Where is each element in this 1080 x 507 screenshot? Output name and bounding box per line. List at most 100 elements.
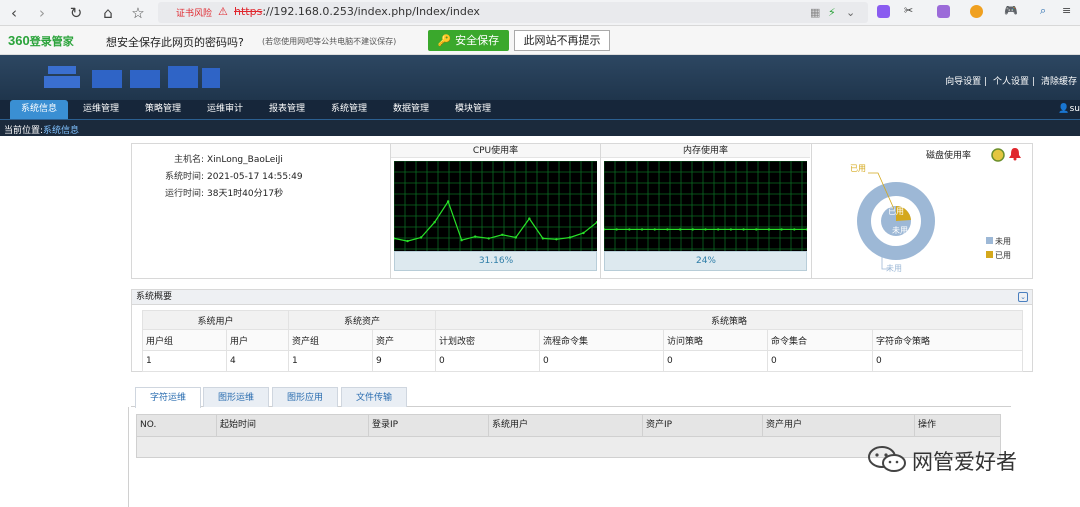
- col-start-time: 起始时间: [217, 415, 369, 436]
- cpu-usage-point: [568, 236, 572, 239]
- wizard-settings-link[interactable]: 向导设置: [945, 77, 981, 87]
- summary-title: 系统概要: [132, 290, 1032, 305]
- key-icon: 🔑: [437, 34, 452, 47]
- memory-usage-point: [716, 228, 720, 231]
- memory-usage-point: [793, 228, 796, 231]
- cpu-usage-point: [487, 237, 490, 240]
- summary-table: 系统用户 系统资产 系统策略 用户组 用户 资产组 资产 计划改密 流程命令集 …: [142, 310, 1023, 372]
- cpu-usage-point: [514, 236, 517, 239]
- cpu-usage-point: [528, 217, 531, 220]
- col-user-group: 用户组: [142, 329, 227, 351]
- memory-monitor: 内存使用率 24%: [600, 144, 810, 278]
- cpu-usage-point: [446, 200, 450, 203]
- search-icon[interactable]: ⌕: [1040, 4, 1046, 18]
- menu-item-ops[interactable]: 运维管理: [74, 100, 128, 119]
- value-access-policy: 0: [663, 350, 768, 372]
- current-user[interactable]: 👤su: [1058, 104, 1080, 114]
- star-icon[interactable]: ☆: [128, 3, 148, 23]
- col-plan-password: 计划改密: [435, 329, 540, 351]
- col-assets: 资产: [372, 329, 436, 351]
- col-sys-user: 系统用户: [489, 415, 643, 436]
- group-assets: 系统资产: [288, 310, 436, 330]
- grid-icon[interactable]: ▦: [810, 6, 820, 19]
- chevron-down-icon[interactable]: ⌄: [846, 6, 855, 19]
- shield-extension-icon[interactable]: [970, 5, 983, 18]
- cpu-monitor: CPU使用率 31.16%: [390, 144, 600, 278]
- legend-used-swatch: [986, 251, 993, 258]
- menu-icon[interactable]: ≡: [1062, 4, 1071, 17]
- menu-item-audit[interactable]: 运维审计: [198, 100, 252, 119]
- forward-icon[interactable]: ›: [32, 3, 52, 23]
- clear-cache-link[interactable]: 清除缓存: [1041, 77, 1077, 87]
- disk-used-callout: 已用: [850, 164, 866, 173]
- extension-icon[interactable]: [937, 5, 950, 18]
- value-users: 4: [226, 350, 289, 372]
- tab-file-transfer[interactable]: 文件传输: [341, 387, 407, 407]
- collapse-toggle-icon[interactable]: ⌄: [1018, 292, 1028, 302]
- wechat-icon: [868, 446, 906, 472]
- cpu-usage-point: [582, 231, 585, 235]
- home-icon[interactable]: ⌂: [98, 3, 118, 23]
- app-header: [0, 55, 1080, 100]
- cpu-usage-value: 31.16%: [478, 256, 514, 266]
- tab-graphic-ops[interactable]: 图形运维: [203, 387, 269, 407]
- menu-item-policy[interactable]: 策略管理: [136, 100, 190, 119]
- tab-graphic-apps[interactable]: 图形应用: [272, 387, 338, 407]
- never-prompt-button[interactable]: 此网站不再提示: [514, 30, 610, 51]
- value-asset-group: 1: [288, 350, 373, 372]
- back-icon[interactable]: ‹: [4, 3, 24, 23]
- col-no: NO.: [137, 415, 217, 436]
- memory-usage-point: [640, 228, 644, 231]
- memory-usage-point: [780, 228, 783, 231]
- memory-usage-value: 24%: [695, 256, 716, 266]
- memory-usage-point: [691, 228, 695, 231]
- insecure-lock-icon: ⚠: [218, 5, 228, 18]
- tab-char-ops[interactable]: 字符运维: [135, 387, 201, 408]
- menu-item-data[interactable]: 数据管理: [384, 100, 438, 119]
- breadcrumb-current[interactable]: 系统信息: [43, 126, 79, 136]
- game-icon[interactable]: 🎮: [1004, 4, 1018, 17]
- menu-item-sysinfo[interactable]: 系统信息: [10, 100, 68, 119]
- legend-unused-swatch: [986, 237, 993, 244]
- personal-settings-link[interactable]: 个人设置: [993, 77, 1029, 87]
- value-flow-cmdset: 0: [539, 350, 664, 372]
- memory-usage-point: [666, 228, 669, 231]
- menu-item-report[interactable]: 报表管理: [260, 100, 314, 119]
- cert-warning[interactable]: 证书风险: [176, 6, 212, 19]
- col-char-cmd-policy: 字符命令策略: [872, 329, 1023, 351]
- col-flow-cmdset: 流程命令集: [539, 329, 664, 351]
- memory-usage-point: [628, 228, 631, 231]
- safe-save-button[interactable]: 🔑 安全保存: [428, 30, 509, 51]
- col-login-ip: 登录IP: [369, 415, 489, 436]
- watermark: 网管爱好者: [912, 450, 1017, 474]
- menu-item-system[interactable]: 系统管理: [322, 100, 376, 119]
- legend-unused-label: 未用: [995, 236, 1011, 246]
- scissors-icon[interactable]: ✂: [904, 4, 913, 17]
- header-links: 向导设置 | 个人设置 | 清除缓存: [945, 77, 1077, 87]
- col-users: 用户: [226, 329, 289, 351]
- value-assets: 9: [372, 350, 436, 372]
- col-actions: 操作: [915, 415, 1000, 436]
- url-text[interactable]: https://192.168.0.253/index.php/Index/in…: [234, 5, 480, 18]
- memory-usage-point: [742, 228, 745, 231]
- breadcrumb: 当前位置:系统信息: [0, 119, 1080, 136]
- cpu-usage-point: [433, 221, 436, 224]
- save-note: (若您使用网吧等公共电脑不建议保存): [262, 37, 397, 46]
- extension-icon[interactable]: [877, 5, 890, 18]
- address-bar[interactable]: 证书风险 ⚠ https://192.168.0.253/index.php/I…: [158, 2, 868, 23]
- systime-row: 系统时间: 2021-05-17 14:55:49: [164, 172, 303, 182]
- menu-item-module[interactable]: 模块管理: [446, 100, 500, 119]
- cpu-usage-point: [460, 239, 463, 242]
- system-summary-panel: 系统概要 ⌄ 系统用户 系统资产 系统策略 用户组 用户 资产组 资产 计划改密…: [131, 289, 1033, 372]
- reload-icon[interactable]: ↻: [66, 3, 86, 23]
- bolt-icon[interactable]: ⚡: [828, 6, 836, 19]
- session-tabs: 字符运维 图形运维 图形应用 文件传输: [131, 385, 1011, 408]
- disk-pie-chart: 已用未用已用未用未用已用: [850, 164, 1011, 273]
- col-cmd-set: 命令集合: [767, 329, 873, 351]
- systime-value: 2021-05-17 14:55:49: [207, 172, 303, 182]
- memory-usage-point: [615, 228, 618, 231]
- cpu-usage-point: [406, 239, 409, 243]
- hostname-value: XinLong_BaoLeiJi: [207, 155, 283, 165]
- memory-usage-point: [767, 228, 771, 231]
- cpu-usage-point: [419, 236, 423, 239]
